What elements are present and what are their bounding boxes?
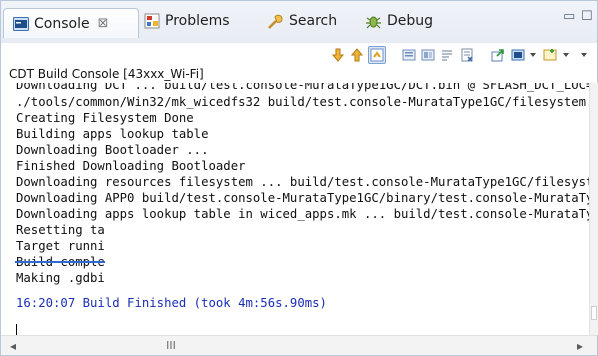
output-line: Creating Filesystem Done: [16, 111, 194, 125]
output-line: Downloading apps lookup table in wiced_a…: [16, 207, 591, 221]
tab-search-label: Search: [289, 13, 338, 29]
tab-console[interactable]: Console ⊠: [3, 8, 139, 38]
word-wrap-icon[interactable]: [438, 46, 456, 64]
remove-launch-icon[interactable]: [458, 46, 476, 64]
view-tab-bar: Console ⊠ Problems Search Debug ▭ ☐: [1, 1, 597, 44]
console-output[interactable]: Downloading DCT ... build/test.console-M…: [1, 83, 591, 333]
chevron-down-icon[interactable]: [557, 46, 575, 64]
tab-problems[interactable]: Problems: [143, 7, 230, 35]
chevron-down-icon[interactable]: [524, 46, 542, 64]
output-line: Making .gdbi: [16, 271, 105, 285]
scroll-lock-icon[interactable]: [368, 46, 386, 64]
scroll-left-icon[interactable]: ◂: [10, 339, 16, 353]
selection-underline: [15, 261, 105, 263]
console-icon: [12, 15, 29, 32]
output-line: Finished Downloading Bootloader: [16, 159, 246, 173]
scroll-up-icon[interactable]: [348, 46, 366, 64]
horizontal-scroll-thumb[interactable]: III: [151, 339, 191, 352]
output-line: Downloading resources filesystem ... bui…: [16, 175, 591, 189]
vertical-scrollbar[interactable]: [589, 83, 598, 335]
output-line: Downloading DCT ... build/test.console-M…: [16, 83, 591, 92]
output-line: Building apps lookup table: [16, 127, 209, 141]
problems-icon: [143, 13, 160, 30]
tab-problems-label: Problems: [165, 13, 230, 29]
tab-debug[interactable]: Debug: [365, 7, 433, 35]
debug-icon: [365, 13, 382, 30]
tab-console-label: Console: [34, 15, 90, 32]
open-console-icon[interactable]: [489, 46, 507, 64]
tab-search[interactable]: Search: [267, 7, 337, 35]
search-icon: [267, 13, 284, 30]
pin-console-icon[interactable]: [419, 46, 437, 64]
output-line: Target runni: [16, 239, 105, 253]
build-status-line: 16:20:07 Build Finished (took 4m:56s.90m…: [16, 296, 327, 310]
output-line: Resetting ta: [16, 223, 105, 237]
scroll-right-icon[interactable]: ▸: [577, 339, 583, 353]
vertical-scroll-thumb[interactable]: [591, 306, 597, 320]
horizontal-scrollbar[interactable]: [1, 335, 597, 355]
minimize-icon[interactable]: ▭: [563, 9, 575, 24]
output-line: Downloading APP0 build/test.console-Mura…: [16, 191, 591, 205]
console-toolbar: [1, 43, 597, 67]
console-name: CDT Build Console [43xxx_Wi-Fi]: [9, 67, 204, 81]
output-line: Downloading Bootloader ...: [16, 143, 209, 157]
scroll-down-icon[interactable]: [329, 46, 347, 64]
maximize-icon[interactable]: ☐: [581, 9, 593, 24]
close-icon[interactable]: ⊠: [98, 16, 109, 31]
view-menu-icon[interactable]: [575, 46, 593, 64]
console-view: Console ⊠ Problems Search Debug ▭ ☐ CDT …: [0, 0, 598, 356]
clear-console-icon[interactable]: [400, 46, 418, 64]
tab-debug-label: Debug: [387, 13, 434, 29]
output-line: ./tools/common/Win32/mk_wicedfs32 build/…: [16, 95, 591, 109]
